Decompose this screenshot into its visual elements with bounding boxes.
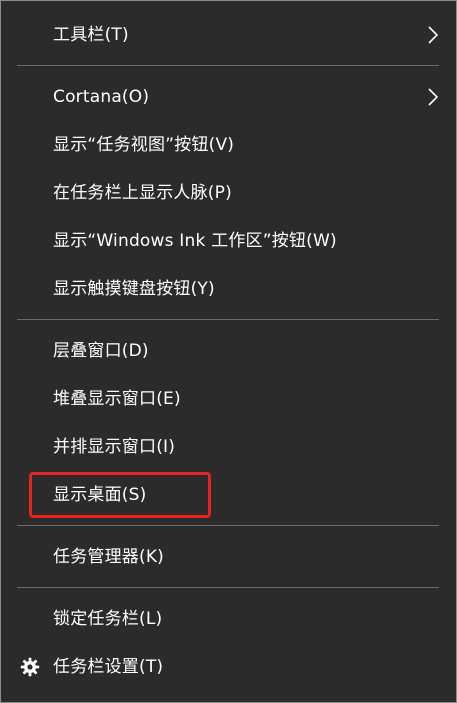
menu-item-toolbars[interactable]: 工具栏(T) [1,11,456,59]
chevron-right-icon [428,26,439,44]
gear-icon [20,657,40,677]
menu-item-label: 并排显示窗口(I) [53,437,176,457]
menu-item-label: 堆叠显示窗口(E) [53,389,181,409]
menu-item-label: 层叠窗口(D) [53,341,149,361]
menu-item-show-touch-keyboard-button[interactable]: 显示触摸键盘按钮(Y) [1,265,456,313]
highlight-box [29,472,211,518]
menu-item-label: 在任务栏上显示人脉(P) [53,183,232,203]
menu-item-label: 任务栏设置(T) [53,657,164,677]
menu-item-cascade-windows[interactable]: 层叠窗口(D) [1,327,456,375]
menu-item-cortana[interactable]: Cortana(O) [1,73,456,121]
menu-item-label: Cortana(O) [53,87,150,107]
menu-item-show-people[interactable]: 在任务栏上显示人脉(P) [1,169,456,217]
menu-item-label: 任务管理器(K) [53,547,165,567]
menu-separator [17,65,439,66]
menu-item-label: 锁定任务栏(L) [53,609,163,629]
menu-item-side-by-side-windows[interactable]: 并排显示窗口(I) [1,423,456,471]
menu-item-lock-taskbar[interactable]: 锁定任务栏(L) [1,595,456,643]
menu-item-show-windows-ink-button[interactable]: 显示“Windows Ink 工作区”按钮(W) [1,217,456,265]
menu-item-label: 显示“Windows Ink 工作区”按钮(W) [53,231,337,251]
menu-item-label: 显示触摸键盘按钮(Y) [53,279,215,299]
menu-item-task-manager[interactable]: 任务管理器(K) [1,533,456,581]
menu-separator [17,587,439,588]
menu-item-label: 显示“任务视图”按钮(V) [53,135,235,155]
menu-item-stack-windows[interactable]: 堆叠显示窗口(E) [1,375,456,423]
menu-item-taskbar-settings[interactable]: 任务栏设置(T) [1,643,456,691]
taskbar-context-menu: 工具栏(T) Cortana(O) 显示“任务视图”按钮(V) 在任务栏上显示人… [0,0,457,703]
menu-item-show-task-view-button[interactable]: 显示“任务视图”按钮(V) [1,121,456,169]
chevron-right-icon [428,88,439,106]
menu-item-label: 工具栏(T) [53,25,129,45]
menu-separator [17,319,439,320]
menu-separator [17,525,439,526]
